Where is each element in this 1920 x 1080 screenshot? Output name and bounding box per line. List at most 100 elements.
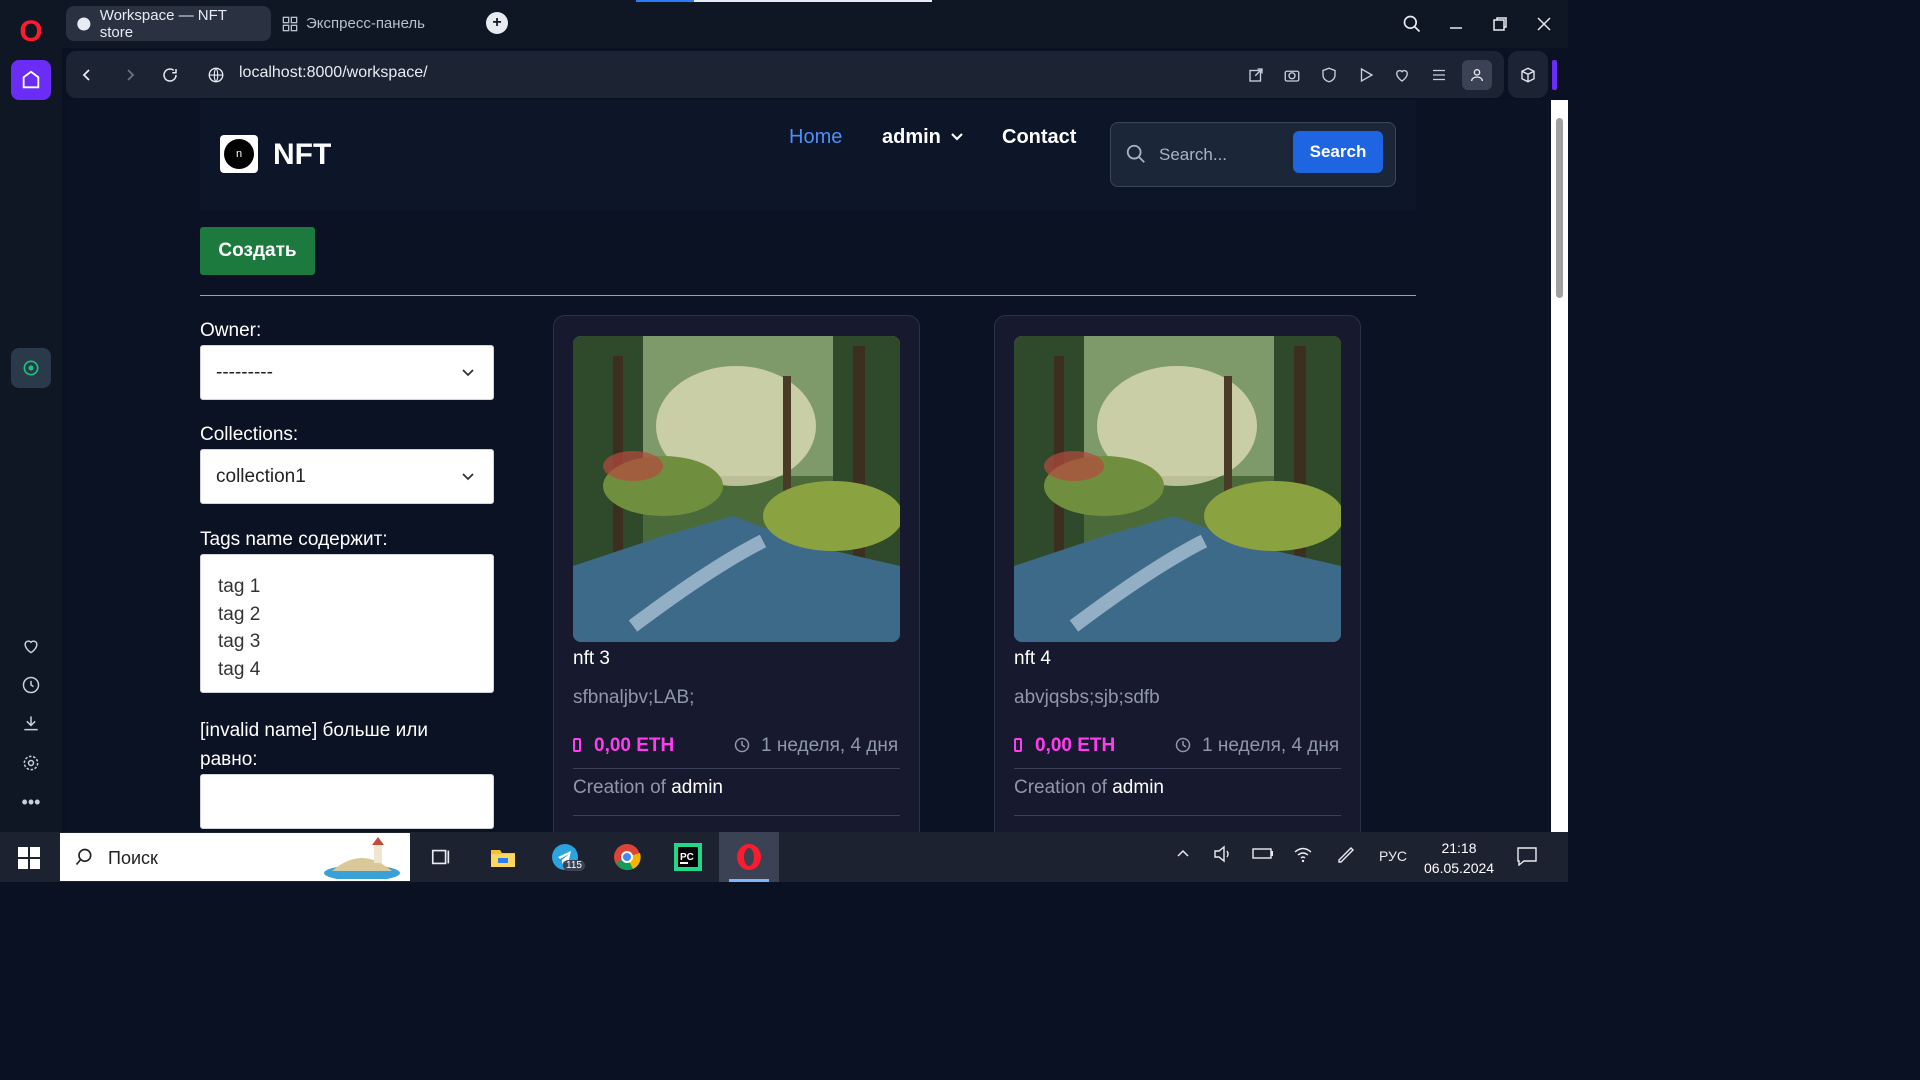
create-button[interactable]: Создать [200,227,315,275]
file-explorer-button[interactable] [473,832,533,882]
active-indicator [729,879,769,882]
divider [200,295,1416,296]
sidebar-chatgpt-button[interactable] [11,348,51,388]
clock-icon [1175,737,1191,753]
card-divider [573,768,900,769]
search-button[interactable]: Search [1293,131,1383,173]
history-icon[interactable] [19,673,43,697]
opera-taskbar-button[interactable] [719,832,779,882]
sidebar-speed-dial-button[interactable] [11,60,51,100]
play-icon[interactable] [1354,63,1378,87]
tag-option[interactable]: tag 2 [218,601,493,629]
globe-icon [77,16,91,31]
nft-image[interactable] [573,336,900,642]
card-divider [1014,815,1341,816]
extensions-button[interactable] [1508,51,1548,98]
input-language[interactable]: РУС [1379,848,1407,864]
nft-title[interactable]: nft 3 [573,648,610,670]
nft-title[interactable]: nft 4 [1014,648,1051,670]
reload-icon[interactable] [158,63,182,87]
tab-workspace[interactable]: Workspace — NFT store [66,6,271,41]
tag-option[interactable]: tag 3 [218,628,493,656]
nft-time: 1 неделя, 4 дня [761,735,899,756]
tags-multiselect[interactable]: tag 1 tag 2 tag 3 tag 4 [200,554,494,693]
search-tabs-icon[interactable] [1400,12,1424,36]
notifications-icon[interactable] [1516,846,1538,869]
chrome-button[interactable] [597,832,657,882]
tag-option[interactable]: tag 4 [218,656,493,684]
chevron-down-icon [462,473,474,481]
new-tab-button[interactable]: + [486,12,508,34]
nft-image[interactable] [1014,336,1341,642]
collections-select[interactable]: collection1 [200,449,494,504]
page-viewport: n NFT Home admin Contact Search... Searc… [66,100,1550,832]
url-field[interactable]: localhost:8000/workspace/ [239,64,428,82]
telegram-button[interactable]: 115 [535,832,595,882]
taskbar-search[interactable]: Поиск [60,833,410,881]
camera-icon[interactable] [1280,63,1304,87]
battery-icon[interactable] [1252,845,1274,864]
shield-icon[interactable] [1317,63,1341,87]
opera-icon [737,844,761,870]
tab-bar: Workspace — NFT store Экспресс-панель + [62,0,1568,48]
nav-contact-link[interactable]: Contact [1002,126,1076,149]
pen-icon[interactable] [1336,845,1356,866]
home-icon [22,70,40,89]
invalid-name-label-line2: равно: [200,749,258,770]
collections-select-value: collection1 [216,466,306,487]
owner-select[interactable]: --------- [200,345,494,400]
search-highlight-image [324,837,400,879]
chevron-down-icon [462,369,474,377]
easy-setup-icon[interactable] [1427,63,1451,87]
windows-start-icon[interactable] [18,847,40,869]
more-icon[interactable]: ••• [19,790,43,814]
bookmark-heart-icon[interactable] [1390,63,1414,87]
search-form: Search... Search [1110,122,1396,187]
back-icon[interactable] [75,63,99,87]
gear-icon[interactable] [19,751,43,775]
nft-card[interactable]: nft 3 sfbnaljbv;LAB; 0,00 ETH 1 неделя, … [553,315,920,832]
folder-icon [491,850,515,867]
volume-icon[interactable] [1213,845,1233,866]
brand-name[interactable]: NFT [273,138,331,172]
owner-select-value: --------- [216,362,273,383]
chevron-up-icon[interactable] [1175,845,1191,864]
scrollbar-thumb[interactable] [1556,118,1563,298]
restore-icon[interactable] [1488,12,1512,36]
download-icon[interactable] [19,711,43,735]
tab-express-panel[interactable]: Экспресс-панель [272,6,472,41]
site-logo[interactable]: n [220,135,258,173]
search-input[interactable]: Search... [1159,145,1227,165]
invalid-name-input[interactable] [200,774,494,829]
sidebar-indicator [1552,60,1557,90]
nft-price: 0,00 ETH [1035,735,1116,756]
pycharm-button[interactable]: PC [658,832,718,882]
site-info-icon[interactable] [204,63,228,87]
chevron-down-icon[interactable] [950,130,964,144]
nft-price: 0,00 ETH [594,735,675,756]
svg-text:PC: PC [680,852,694,863]
chatgpt-icon [23,360,39,376]
profile-button[interactable] [1462,60,1492,90]
nft-description: abvjqsbs;sjb;sdfb [1014,687,1160,708]
windows-taskbar: Поиск 115 PC РУС 21:18 06.05.2024 [0,832,1568,882]
nft-card[interactable]: nft 4 abvjqsbs;sjb;sdfb 0,00 ETH 1 недел… [994,315,1361,832]
opera-logo-icon[interactable]: O [17,17,45,47]
heart-icon[interactable] [19,634,43,658]
tag-option[interactable]: tag 1 [218,573,493,601]
pycharm-icon: PC [674,843,702,871]
search-icon [1126,144,1145,163]
opera-sidebar: O ••• [0,0,62,832]
system-clock[interactable]: 21:18 06.05.2024 [1424,838,1494,878]
nav-admin-dropdown[interactable]: admin [882,126,941,149]
eth-icon [1014,738,1022,752]
nav-home-link[interactable]: Home [789,126,842,149]
wifi-icon[interactable] [1293,845,1313,866]
grid-icon [282,16,298,31]
page-scrollbar[interactable] [1551,100,1568,832]
minimize-icon[interactable] [1444,12,1468,36]
task-view-button[interactable] [411,832,471,882]
close-icon[interactable] [1532,12,1556,36]
forward-icon[interactable] [118,63,142,87]
share-icon[interactable] [1244,63,1268,87]
